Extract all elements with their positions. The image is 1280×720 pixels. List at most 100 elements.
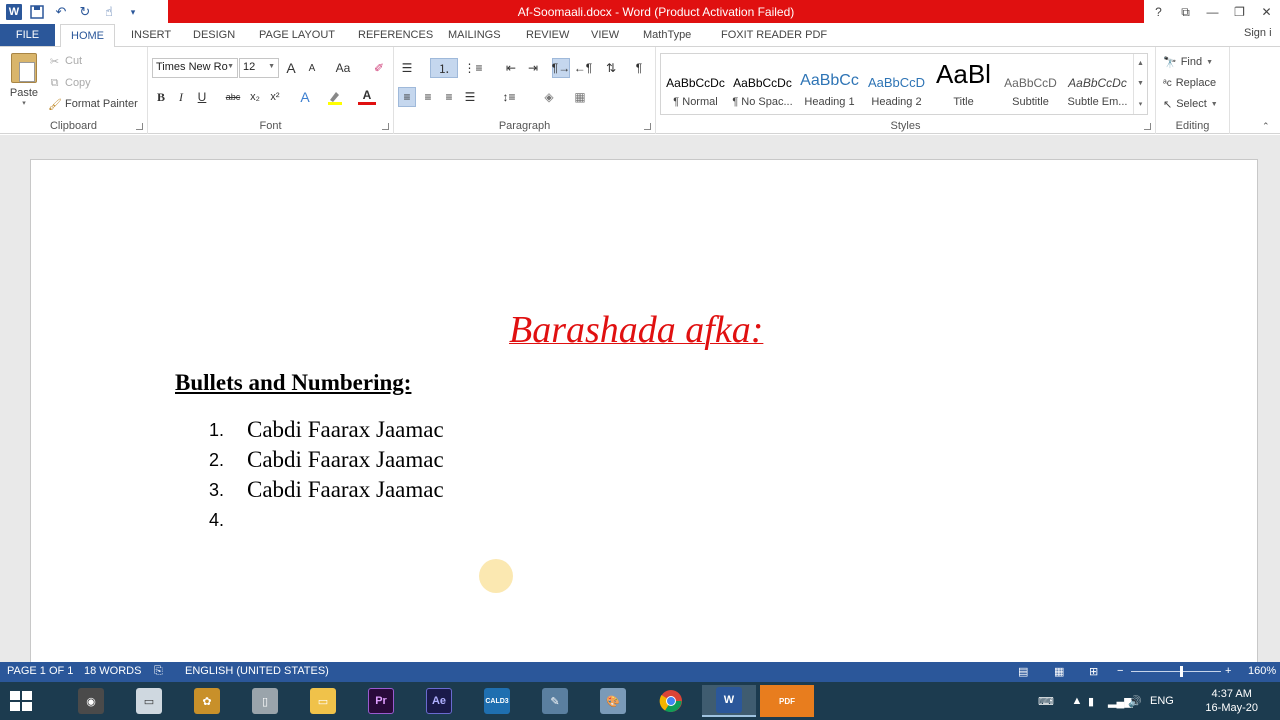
change-case-button[interactable]: Aa	[331, 58, 355, 78]
taskbar-phone[interactable]: ▯	[238, 685, 292, 717]
document-title[interactable]: Barashada afka:	[509, 308, 763, 352]
subscript-button[interactable]: x₂	[246, 87, 264, 107]
font-launcher-icon[interactable]	[382, 123, 389, 130]
page-count[interactable]: PAGE 1 OF 1	[7, 665, 73, 677]
close-button[interactable]: ✕	[1253, 0, 1280, 24]
align-center-icon[interactable]: ≡	[419, 87, 437, 107]
taskbar-after-effects[interactable]: Ae	[412, 685, 466, 717]
zoom-level[interactable]: 160%	[1248, 665, 1276, 677]
clear-formatting-icon[interactable]: ✐	[370, 58, 388, 78]
taskbar-word[interactable]: W	[702, 685, 756, 717]
line-spacing-icon[interactable]: ↕≡	[500, 87, 518, 107]
font-name-select[interactable]: Times New Ro ▼	[152, 58, 238, 78]
minimize-button[interactable]: —	[1199, 0, 1226, 24]
help-button[interactable]: ?	[1145, 0, 1172, 24]
windows-start-icon[interactable]	[10, 691, 32, 711]
list-item[interactable]: 1. Cabdi Faarax Jaamac	[209, 415, 444, 445]
list-text[interactable]: Cabdi Faarax Jaamac	[247, 447, 444, 473]
justify-icon[interactable]: ☰	[461, 87, 479, 107]
save-icon[interactable]	[28, 3, 46, 21]
tab-references[interactable]: REFERENCES	[358, 24, 433, 46]
proofing-icon[interactable]: ⎘	[154, 665, 163, 678]
taskbar-clock[interactable]: 4:37 AM 16-May-20	[1205, 687, 1258, 715]
network-icon[interactable]: ▂▄▆	[1108, 695, 1133, 708]
customize-qat-icon[interactable]: ▾	[124, 3, 142, 21]
print-layout-icon[interactable]: ▦	[1054, 665, 1064, 678]
grow-font-button[interactable]: A	[282, 58, 300, 78]
find-button[interactable]: 🔭 Find ▼	[1163, 52, 1213, 72]
chevron-down-icon[interactable]: ▼	[1137, 80, 1144, 87]
rtl-direction-icon[interactable]: ←¶	[574, 58, 592, 78]
battery-icon[interactable]: ▮	[1088, 695, 1108, 708]
decrease-indent-icon[interactable]: ⇤	[502, 58, 520, 78]
taskbar-file-explorer[interactable]: ▭	[296, 685, 350, 717]
taskbar-paint[interactable]: ✎	[528, 685, 582, 717]
volume-icon[interactable]: 🔊	[1128, 695, 1150, 708]
tab-insert[interactable]: INSERT	[131, 24, 171, 46]
numbering-icon[interactable]: ⒈	[430, 58, 458, 78]
multilevel-list-icon[interactable]: ⋮≡	[464, 58, 483, 78]
language-indicator[interactable]: ENGLISH (UNITED STATES)	[185, 665, 329, 677]
sign-in-link[interactable]: Sign i	[1244, 27, 1280, 39]
bold-button[interactable]: B	[152, 87, 170, 107]
tab-foxit-reader-pdf[interactable]: FOXIT READER PDF	[721, 24, 827, 46]
shrink-font-button[interactable]: A	[303, 58, 321, 78]
replace-button[interactable]: ᵃc Replace	[1163, 73, 1216, 93]
taskbar-cald3[interactable]: CALD3	[470, 685, 524, 717]
shading-icon[interactable]: ◈	[540, 87, 558, 107]
undo-icon[interactable]: ↶	[52, 3, 70, 21]
taskbar-foxit-pdf[interactable]: PDF	[760, 685, 814, 717]
redo-icon[interactable]: ↻	[76, 3, 94, 21]
tab-view[interactable]: VIEW	[591, 24, 619, 46]
tab-review[interactable]: REVIEW	[526, 24, 569, 46]
input-language[interactable]: ENG	[1150, 695, 1178, 707]
select-button[interactable]: ↖ Select ▼	[1163, 94, 1218, 114]
ltr-direction-icon[interactable]: ¶→	[552, 58, 570, 78]
document-page[interactable]: Barashada afka: Bullets and Numbering: 1…	[30, 159, 1258, 669]
tab-mathtype[interactable]: MathType	[643, 24, 691, 46]
clipboard-launcher-icon[interactable]	[136, 123, 143, 130]
font-size-select[interactable]: 12 ▼	[239, 58, 279, 78]
copy-button[interactable]: ⧉ Copy	[48, 74, 91, 92]
ribbon-display-options-button[interactable]: ⧉	[1172, 0, 1199, 24]
more-styles-icon[interactable]: ▾	[1139, 100, 1143, 108]
superscript-button[interactable]: x²	[266, 87, 284, 107]
style-heading-2[interactable]: AaBbCcD Heading 2	[863, 54, 930, 114]
font-color-button[interactable]: A	[358, 87, 376, 105]
tab-design[interactable]: DESIGN	[193, 24, 235, 46]
zoom-slider-thumb[interactable]	[1180, 666, 1183, 677]
align-left-icon[interactable]: ≡	[398, 87, 416, 107]
list-item[interactable]: 3. Cabdi Faarax Jaamac	[209, 475, 444, 505]
underline-button[interactable]: U	[193, 87, 211, 107]
list-text[interactable]: Cabdi Faarax Jaamac	[247, 477, 444, 503]
style-normal[interactable]: AaBbCcDc ¶ Normal	[662, 54, 729, 114]
tab-mailings[interactable]: MAILINGS	[448, 24, 501, 46]
restore-button[interactable]: ❐	[1226, 0, 1253, 24]
text-effects-icon[interactable]: A	[296, 87, 314, 107]
increase-indent-icon[interactable]: ⇥	[524, 58, 542, 78]
taskbar-media-player[interactable]: ◉	[64, 685, 118, 717]
cut-button[interactable]: ✂ Cut	[48, 52, 82, 70]
touch-mode-icon[interactable]: ☝	[100, 3, 118, 21]
taskbar-chrome[interactable]	[644, 685, 698, 717]
sort-icon[interactable]: ⇅	[602, 58, 620, 78]
show-formatting-marks-icon[interactable]: ¶	[630, 58, 648, 78]
zoom-slider[interactable]	[1131, 671, 1221, 672]
strikethrough-button[interactable]: abc	[224, 87, 242, 107]
highlight-color-icon[interactable]	[326, 87, 344, 107]
tab-page-layout[interactable]: PAGE LAYOUT	[259, 24, 335, 46]
tab-file[interactable]: FILE	[0, 24, 55, 46]
tab-home[interactable]: HOME	[60, 24, 115, 47]
taskbar-laptop[interactable]: ▭	[122, 685, 176, 717]
style-no-spacing[interactable]: AaBbCcDc ¶ No Spac...	[729, 54, 796, 114]
chevron-up-icon[interactable]: ▲	[1137, 60, 1144, 67]
bullets-icon[interactable]: ☰	[398, 58, 416, 78]
web-layout-icon[interactable]: ⊞	[1089, 665, 1098, 678]
taskbar-palette[interactable]: 🎨	[586, 685, 640, 717]
list-item[interactable]: 4.	[209, 505, 247, 535]
paste-dropdown-icon[interactable]: ▾	[6, 99, 42, 107]
list-text[interactable]: Cabdi Faarax Jaamac	[247, 417, 444, 443]
italic-button[interactable]: I	[172, 87, 190, 107]
borders-icon[interactable]: ▦	[571, 87, 589, 107]
list-item[interactable]: 2. Cabdi Faarax Jaamac	[209, 445, 444, 475]
